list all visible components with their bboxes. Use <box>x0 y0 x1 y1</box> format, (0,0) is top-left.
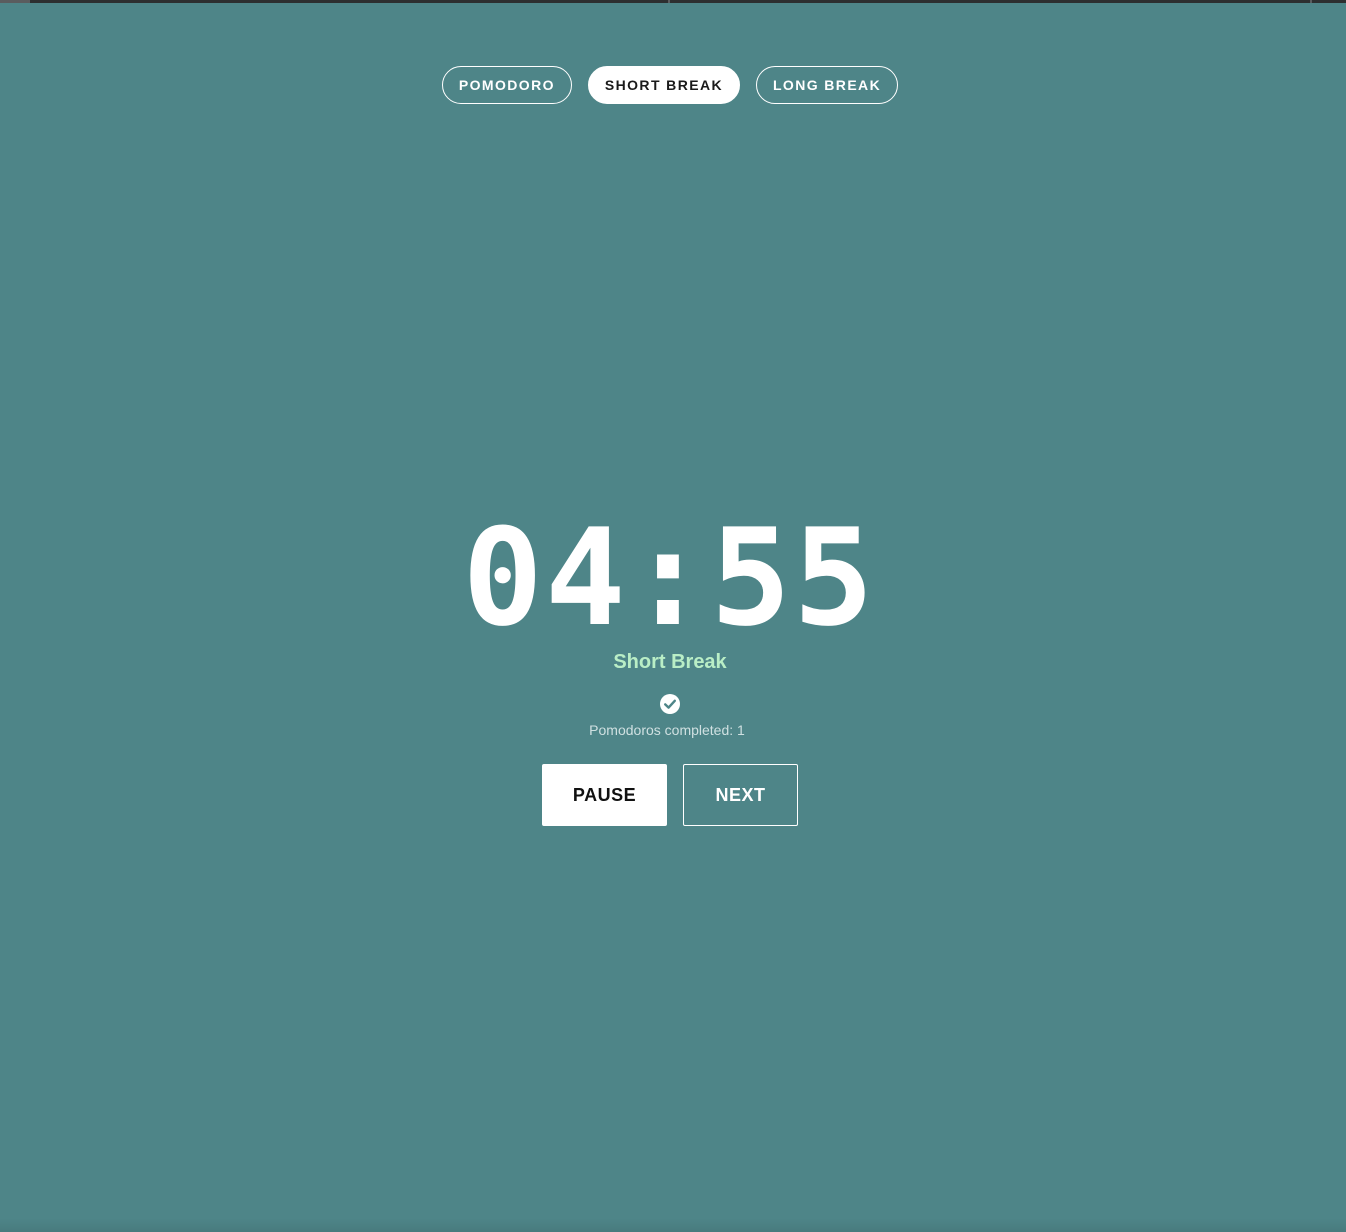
bottom-shade <box>0 1218 1346 1232</box>
current-mode-label: Short Break <box>613 651 727 673</box>
check-circle-icon <box>660 694 680 714</box>
pause-button[interactable]: PAUSE <box>542 764 667 826</box>
top-edge-segment <box>668 0 670 3</box>
pomodoros-completed-text: Pomodoros completed: 1 <box>589 722 745 738</box>
window-top-edge <box>0 0 1346 3</box>
timer-display: 04:55 <box>462 500 876 656</box>
tab-short-break[interactable]: SHORT BREAK <box>587 66 740 104</box>
tab-long-break[interactable]: LONG BREAK <box>755 66 899 104</box>
next-button[interactable]: NEXT <box>683 764 798 826</box>
mode-tabs: POMODORO SHORT BREAK LONG BREAK <box>0 66 1346 104</box>
tab-pomodoro[interactable]: POMODORO <box>441 66 572 104</box>
top-edge-segment <box>0 0 30 3</box>
top-edge-segment <box>1310 0 1312 3</box>
timer-controls: PAUSE NEXT <box>542 764 798 826</box>
